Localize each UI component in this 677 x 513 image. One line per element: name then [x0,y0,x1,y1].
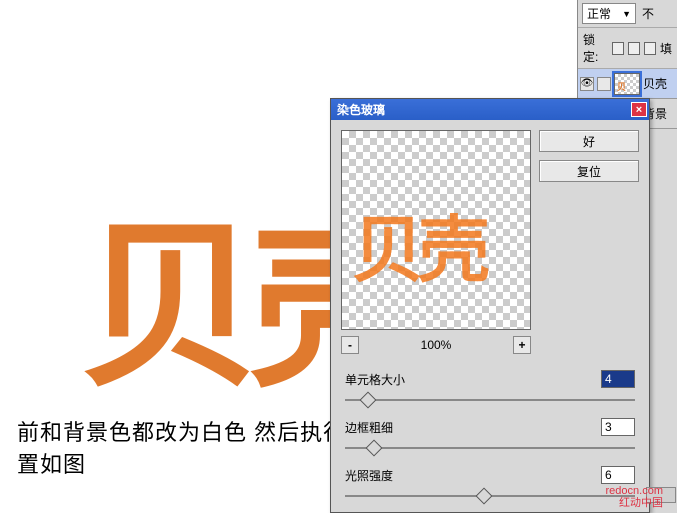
lock-transparency-icon[interactable] [612,42,624,55]
zoom-out-button[interactable]: - [341,336,359,354]
layer-row[interactable]: 👁 贝 贝壳 [578,69,677,99]
cell-size-label: 单元格大小 [345,371,405,388]
fill-label: 填 [660,40,672,57]
blend-mode-select[interactable]: 正常 ▼ [582,3,636,24]
layer-thumbnail[interactable]: 贝 [614,73,640,95]
preview-content: 贝壳 [352,191,484,296]
ok-button[interactable]: 好 [539,130,639,152]
dialog-title: 染色玻璃 [337,101,385,118]
light-intensity-label: 光照强度 [345,467,393,484]
light-intensity-slider[interactable] [345,488,635,504]
close-icon[interactable]: × [631,102,647,117]
filter-params: 单元格大小 边框粗细 光照强度 [331,370,649,504]
zoom-in-button[interactable]: + [513,336,531,354]
reset-button[interactable]: 复位 [539,160,639,182]
border-thickness-label: 边框粗细 [345,419,393,436]
lock-move-icon[interactable] [644,42,656,55]
border-thickness-input[interactable] [601,418,635,436]
stained-glass-dialog: 染色玻璃 × 贝壳 - 100% + 好 复位 单元格大小 边框粗细 [330,98,650,513]
light-intensity-input[interactable] [601,466,635,484]
cell-size-input[interactable] [601,370,635,388]
layer-name: 贝壳 [643,75,667,92]
cell-size-slider[interactable] [345,392,635,408]
lock-brush-icon[interactable] [628,42,640,55]
lock-label: 锁定: [583,31,608,65]
chevron-down-icon: ▼ [622,9,631,19]
dialog-titlebar[interactable]: 染色玻璃 × [331,99,649,120]
link-icon[interactable] [597,77,611,91]
border-thickness-slider[interactable] [345,440,635,456]
visibility-eye-icon[interactable]: 👁 [580,77,594,91]
watermark: redocn.com 红动中国 [606,485,663,509]
blend-mode-value: 正常 [587,5,611,22]
filter-preview[interactable]: 贝壳 [341,130,531,330]
zoom-level: 100% [421,338,452,352]
opacity-label: 不 [642,5,654,22]
